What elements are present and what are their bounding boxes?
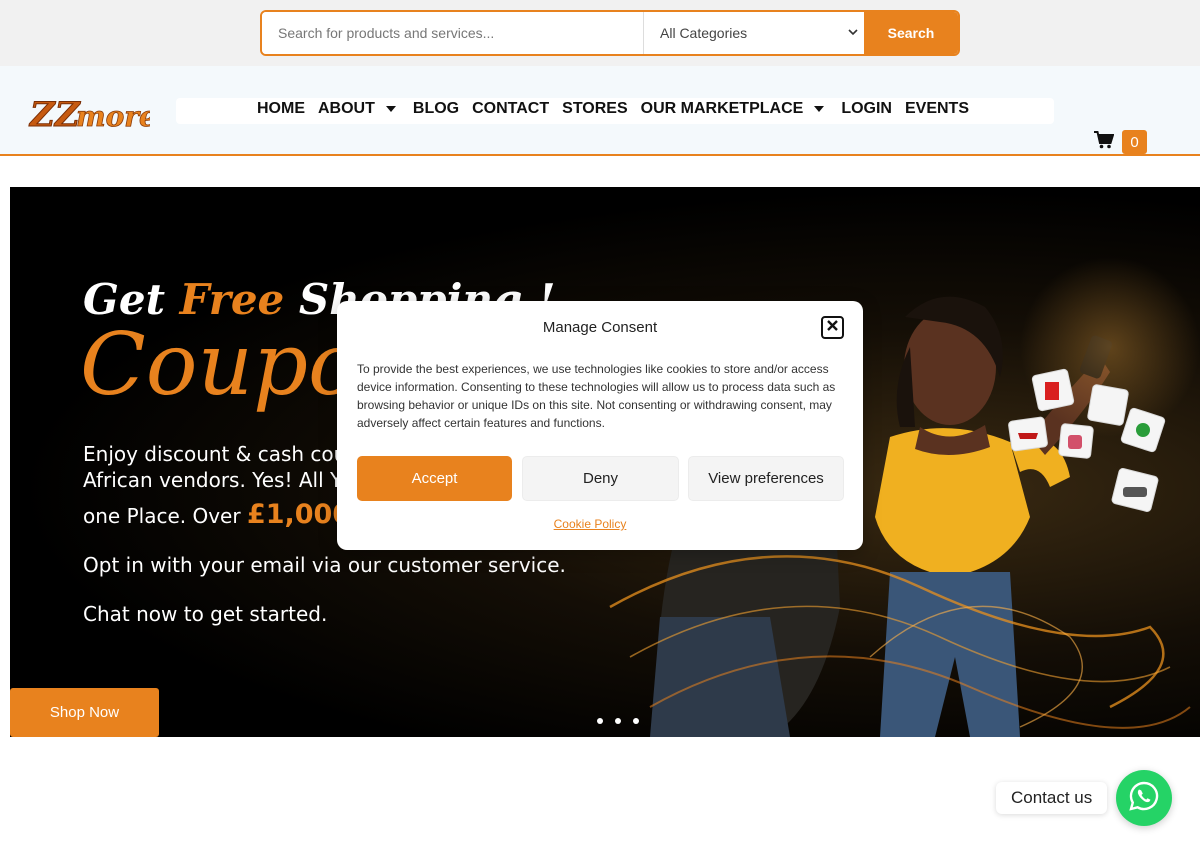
hero-text-opt-in: Opt in with your email via our customer … [83,553,566,577]
nav-blog-label: BLOG [412,100,460,117]
cart-count-badge: 0 [1122,130,1147,154]
svg-text:more: more [76,100,150,133]
nav-marketplace-label: OUR MARKETPLACE [640,100,804,117]
chevron-down-icon [848,27,858,40]
caret-down-icon [385,106,396,112]
zzmore-logo[interactable]: ZZ more [28,90,158,136]
hero-text-line-3-prefix: one Place. Over [83,504,247,528]
whatsapp-icon [1128,780,1160,817]
nav-stores-label: STORES [562,100,628,117]
top-search-bar: All Categories Search [0,0,1200,66]
hero-text-line-3: one Place. Over £1,000 [83,499,351,530]
nav-contact-label: CONTACT [472,100,550,117]
nav-login-label: LOGIN [841,100,892,117]
hero-text-line-2: African vendors. Yes! All Yo [83,468,352,492]
search-button[interactable]: Search [864,12,958,54]
hero-text-line-1: Enjoy discount & cash cou [83,442,347,466]
deny-button[interactable]: Deny [522,456,679,501]
shop-now-button[interactable]: Shop Now [10,688,159,737]
nav-events-label: EVENTS [904,100,969,117]
site-header: ZZ more HOME ABOUT BLOG CONTACT STORES O… [0,66,1200,156]
hero-text-chat: Chat now to get started. [83,602,328,626]
whatsapp-button[interactable] [1116,770,1172,826]
slider-dots [597,718,639,724]
search-input[interactable] [262,12,643,54]
close-icon [826,319,839,337]
category-select[interactable]: All Categories [643,12,864,54]
cart-button[interactable]: 0 [1094,130,1147,154]
consent-title: Manage Consent [542,319,658,336]
consent-modal: Manage Consent To provide the best exper… [337,301,863,550]
shopping-cart-icon [1094,130,1115,154]
svg-text:ZZ: ZZ [28,95,81,134]
consent-body: To provide the best experiences, we use … [357,362,836,430]
nav-stores[interactable]: STORES [562,100,628,118]
view-preferences-button[interactable]: View preferences [688,456,844,501]
contact-us-label[interactable]: Contact us [996,782,1108,814]
nav-our-marketplace[interactable]: OUR MARKETPLACE [641,100,829,118]
slider-dot-3[interactable] [633,718,639,724]
nav-about-label: ABOUT [318,100,375,117]
hero-amount: £1,000 [246,499,352,530]
search-form: All Categories Search [260,10,960,56]
nav-login[interactable]: LOGIN [841,100,892,118]
accept-button[interactable]: Accept [357,456,512,501]
cookie-policy-link[interactable]: Cookie Policy [337,517,843,531]
slider-dot-1[interactable] [597,718,603,724]
category-select-value: All Categories [660,25,748,41]
nav-about[interactable]: ABOUT [318,100,400,118]
close-button[interactable] [821,316,844,339]
nav-events[interactable]: EVENTS [905,100,969,118]
nav-home-label: HOME [257,100,305,117]
slider-dot-2[interactable] [615,718,621,724]
nav-contact[interactable]: CONTACT [472,100,549,118]
main-nav: HOME ABOUT BLOG CONTACT STORES OUR MARKE… [257,100,982,118]
caret-down-icon [814,106,825,112]
nav-home[interactable]: HOME [257,100,305,118]
nav-blog[interactable]: BLOG [413,100,459,118]
